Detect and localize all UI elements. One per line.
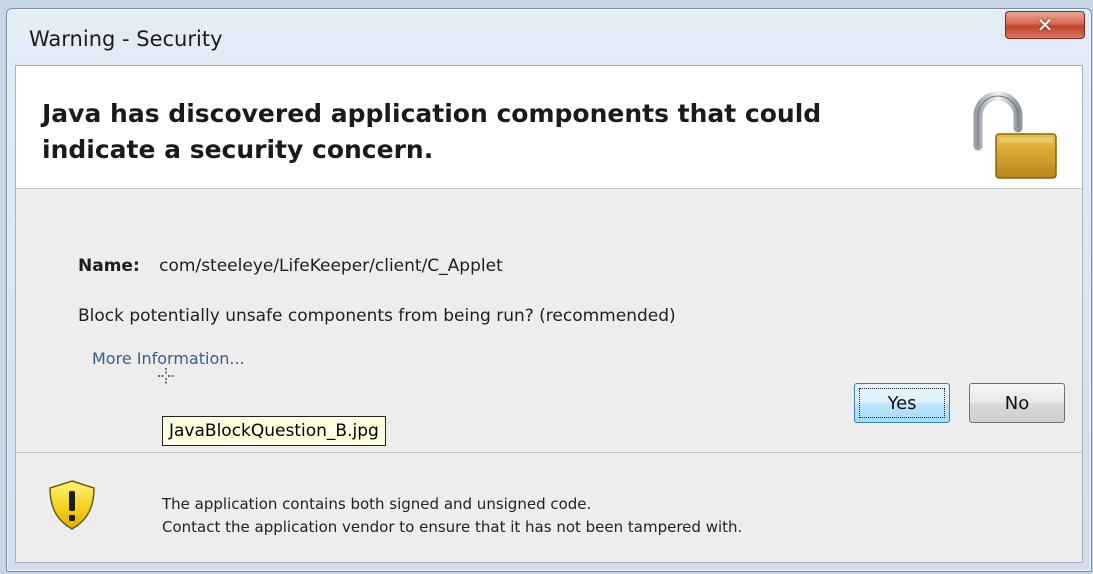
header-panel: Java has discovered application componen… [16, 66, 1082, 189]
focus-rectangle [859, 388, 945, 418]
tooltip: JavaBlockQuestion_B.jpg [162, 416, 386, 446]
name-value: com/steeleye/LifeKeeper/client/C_Applet [159, 256, 503, 276]
footer-panel: The application contains both signed and… [16, 452, 1082, 562]
name-row: Name: com/steeleye/LifeKeeper/client/C_A… [78, 256, 503, 276]
no-button[interactable]: No [969, 383, 1065, 423]
footer-message: The application contains both signed and… [162, 493, 742, 539]
block-question: Block potentially unsafe components from… [78, 306, 676, 326]
no-button-label: No [1004, 392, 1030, 414]
dialog-body: Java has discovered application componen… [15, 65, 1083, 563]
close-icon: ✕ [1036, 13, 1054, 37]
headline: Java has discovered application componen… [42, 99, 822, 164]
title-bar[interactable]: Warning - Security ✕ [7, 9, 1091, 65]
warning-shield-icon [49, 480, 95, 530]
name-label: Name: [78, 256, 140, 276]
security-warning-dialog: Warning - Security ✕ Java has discovered… [6, 8, 1092, 572]
footer-line-2: Contact the application vendor to ensure… [162, 518, 743, 536]
crosshair-cursor-icon [158, 368, 174, 384]
window-title: Warning - Security [29, 27, 223, 51]
padlock-open-icon [973, 91, 1057, 179]
yes-button[interactable]: Yes [854, 383, 950, 423]
footer-line-1: The application contains both signed and… [162, 495, 592, 513]
more-information-link[interactable]: More Information... [92, 349, 245, 368]
close-button[interactable]: ✕ [1005, 11, 1085, 39]
